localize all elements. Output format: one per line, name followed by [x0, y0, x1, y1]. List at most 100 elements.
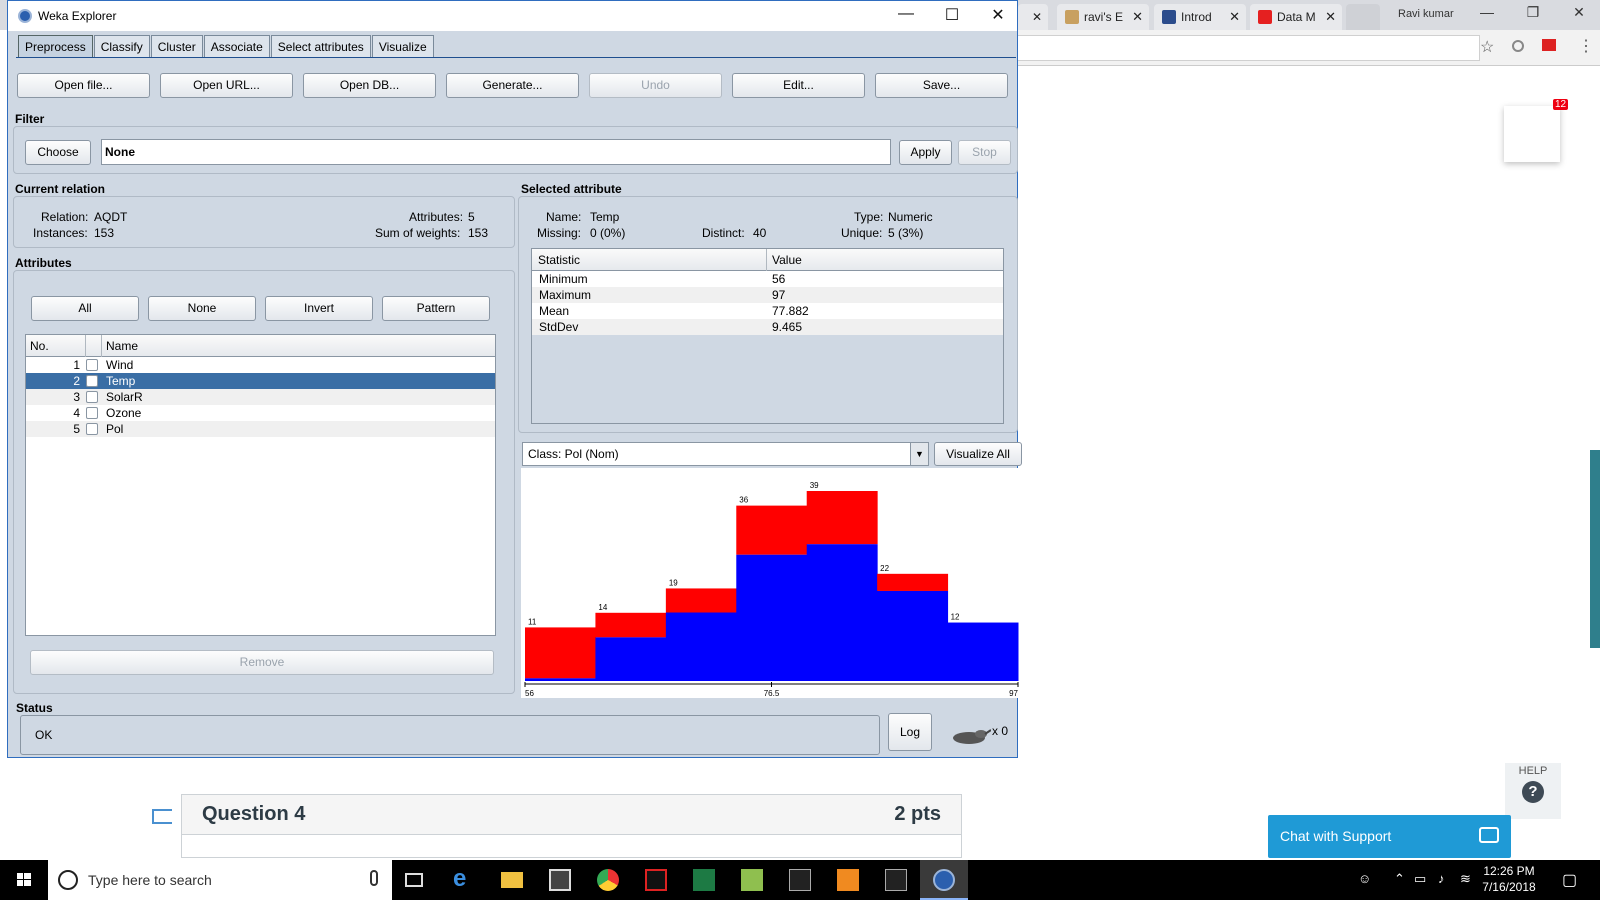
tab-close-icon[interactable]: ✕ [1325, 4, 1336, 30]
filter-field[interactable]: None [101, 139, 891, 165]
action-center-icon[interactable]: ▢ [1562, 870, 1577, 890]
table-row[interactable]: 3 SolarR [26, 389, 495, 405]
statistics-table: Statistic Value Minimum 56 Maximum 97 Me… [531, 248, 1004, 424]
file-explorer-taskbar-icon[interactable] [488, 860, 536, 900]
row-checkbox[interactable] [86, 407, 98, 419]
people-icon[interactable]: ☺ [1358, 871, 1371, 886]
tab-preprocess[interactable]: Preprocess [18, 35, 93, 58]
chrome-taskbar-icon[interactable] [584, 860, 632, 900]
acrobat-taskbar-icon[interactable] [632, 860, 680, 900]
battery-icon[interactable]: ▭ [1414, 871, 1426, 887]
row-checkbox[interactable] [86, 391, 98, 403]
taskbar-search[interactable]: Type here to search [48, 860, 392, 900]
save-button[interactable]: Save... [875, 73, 1008, 98]
tab-close-icon[interactable]: ✕ [1032, 4, 1042, 30]
terminal-taskbar-icon[interactable] [776, 860, 824, 900]
tab-close-icon[interactable]: ✕ [1132, 4, 1143, 30]
row-checkbox[interactable] [86, 375, 98, 387]
notification-card[interactable] [1504, 106, 1560, 162]
column-no[interactable]: No. [30, 339, 49, 353]
column-name[interactable]: Name [106, 339, 138, 353]
chevron-up-icon[interactable]: ⌃ [1394, 871, 1405, 887]
profile-name[interactable]: Ravi kumar [1398, 8, 1454, 20]
status-bar: OK [20, 715, 880, 755]
histogram-bar-blue [947, 622, 1019, 681]
address-bar[interactable] [1010, 35, 1480, 61]
tab-classify[interactable]: Classify [93, 35, 150, 58]
table-row[interactable]: 5 Pol [26, 421, 495, 437]
bookmark-star-icon[interactable]: ☆ [1480, 37, 1494, 57]
undo-button[interactable]: Undo [589, 73, 722, 98]
search-placeholder: Type here to search [88, 872, 212, 888]
histogram-axis-label: 56 [525, 689, 534, 698]
pattern-button[interactable]: Pattern [382, 296, 490, 321]
close-icon[interactable]: ✕ [1556, 4, 1600, 21]
visualize-all-button[interactable]: Visualize All [934, 442, 1022, 466]
menu-icon[interactable]: ⋮ [1578, 36, 1594, 56]
sublime-taskbar-icon[interactable] [824, 860, 872, 900]
stat-row[interactable]: Minimum 56 [532, 271, 1003, 287]
choose-filter-button[interactable]: Choose [25, 140, 91, 165]
class-selector[interactable]: Class: Pol (Nom) ▼ [522, 442, 929, 466]
browser-tab-1[interactable]: ravi's E ✕ [1057, 4, 1149, 30]
window-titlebar[interactable]: Weka Explorer — ☐ ✕ [8, 1, 1017, 31]
invert-button[interactable]: Invert [265, 296, 373, 321]
terminal2-taskbar-icon[interactable] [872, 860, 920, 900]
edit-button[interactable]: Edit... [732, 73, 865, 98]
row-checkbox[interactable] [86, 359, 98, 371]
browser-tab-partial[interactable]: ✕ [1018, 4, 1048, 30]
minimize-icon[interactable]: — [1464, 4, 1510, 20]
volume-icon[interactable]: ♪ [1438, 871, 1445, 886]
restore-icon[interactable]: ❐ [1510, 4, 1556, 21]
browser-tab-3[interactable]: Data M ✕ [1250, 4, 1342, 30]
chat-support-button[interactable]: Chat with Support [1268, 815, 1511, 858]
minimize-icon[interactable]: — [886, 5, 926, 23]
stop-button[interactable]: Stop [958, 140, 1011, 165]
edge-taskbar-icon[interactable]: e [440, 860, 488, 900]
close-icon[interactable]: ✕ [978, 5, 1018, 25]
extension-icon[interactable] [1512, 40, 1524, 52]
weka-taskbar-icon[interactable] [920, 860, 968, 900]
mail-extension-icon[interactable] [1542, 39, 1556, 51]
select-none-button[interactable]: None [148, 296, 256, 321]
chevron-down-icon[interactable]: ▼ [910, 443, 928, 465]
table-row[interactable]: 1 Wind [26, 357, 495, 373]
select-all-button[interactable]: All [31, 296, 139, 321]
remove-button[interactable]: Remove [30, 650, 494, 675]
column-value[interactable]: Value [772, 253, 802, 267]
excel-taskbar-icon[interactable] [680, 860, 728, 900]
store-taskbar-icon[interactable] [536, 860, 584, 900]
apply-button[interactable]: Apply [899, 140, 952, 165]
tab-select-attributes[interactable]: Select attributes [270, 35, 371, 58]
clock[interactable]: 12:26 PM 7/16/2018 [1476, 863, 1542, 895]
open-url-button[interactable]: Open URL... [160, 73, 293, 98]
bookmark-question-icon[interactable] [152, 809, 172, 824]
tab-associate[interactable]: Associate [203, 35, 270, 58]
browser-tab-2[interactable]: Introd ✕ [1154, 4, 1246, 30]
page-scrollbar[interactable] [1590, 450, 1600, 648]
table-row[interactable]: 4 Ozone [26, 405, 495, 421]
stat-row[interactable]: Maximum 97 [532, 287, 1003, 303]
column-statistic[interactable]: Statistic [538, 253, 580, 267]
maximize-icon[interactable]: ☐ [932, 5, 972, 25]
open-db-button[interactable]: Open DB... [303, 73, 436, 98]
tab-cluster[interactable]: Cluster [150, 35, 203, 58]
stat-row[interactable]: StdDev 9.465 [532, 319, 1003, 335]
open-file-button[interactable]: Open file... [17, 73, 150, 98]
row-checkbox[interactable] [86, 423, 98, 435]
log-button[interactable]: Log [888, 713, 932, 751]
new-tab-button[interactable] [1346, 4, 1380, 30]
table-row-selected[interactable]: 2 Temp [26, 373, 495, 389]
start-button[interactable] [0, 860, 48, 900]
task-view-button[interactable] [392, 860, 440, 900]
main-tabs: Preprocess Classify Cluster Associate Se… [18, 35, 435, 58]
attr-unique-label: Unique: [841, 226, 883, 240]
notepad-taskbar-icon[interactable] [728, 860, 776, 900]
help-button[interactable]: HELP ? [1505, 763, 1561, 819]
generate-button[interactable]: Generate... [446, 73, 579, 98]
wifi-icon[interactable]: ≋ [1460, 871, 1471, 887]
tab-close-icon[interactable]: ✕ [1229, 4, 1240, 30]
stat-row[interactable]: Mean 77.882 [532, 303, 1003, 319]
tab-visualize[interactable]: Visualize [371, 35, 434, 58]
microphone-icon[interactable] [370, 870, 378, 886]
